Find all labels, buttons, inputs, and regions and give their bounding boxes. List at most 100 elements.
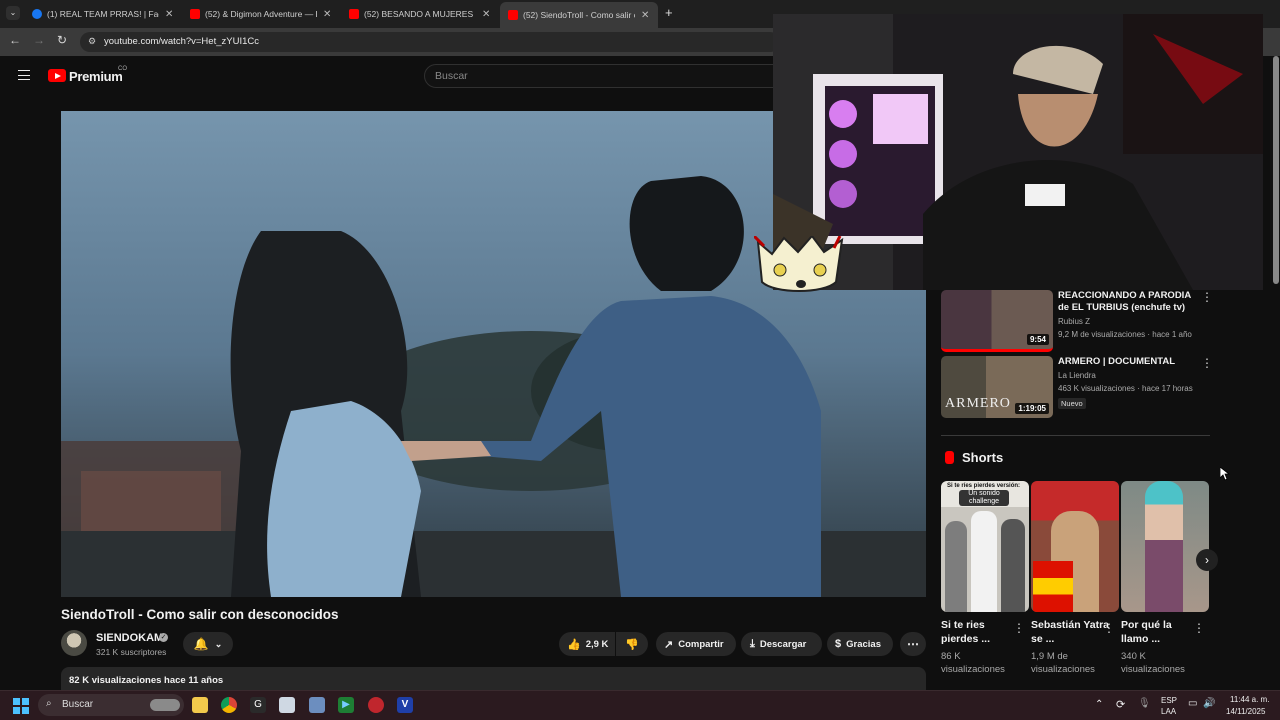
channel-name[interactable]: SIENDOKAM [96, 632, 163, 644]
person-figure [971, 511, 997, 612]
dislike-button[interactable]: 👎 [616, 632, 648, 656]
more-vertical-icon[interactable]: ⋮ [1013, 621, 1025, 635]
thumbnail-text: ARMERO [945, 396, 1011, 411]
volume-icon[interactable]: 🔊 [1203, 698, 1215, 709]
video-duration: 1:19:05 [1015, 403, 1049, 414]
search-icon: ⌕ [46, 698, 52, 709]
notepad-icon[interactable] [279, 697, 295, 713]
search-placeholder: Buscar [435, 70, 468, 82]
site-info-icon[interactable]: ⚙ [88, 36, 96, 47]
reload-icon[interactable]: ↻ [57, 33, 67, 47]
youtube-icon [190, 9, 200, 19]
chrome-icon[interactable] [221, 697, 237, 713]
browser-tab-besando[interactable]: (52) BESANDO A MUJERES DES ✕ [349, 4, 495, 24]
sidebar-divider [941, 435, 1210, 436]
thanks-label: Gracias [846, 638, 881, 650]
network-icon[interactable]: ▭ [1188, 698, 1197, 709]
menu-icon[interactable] [18, 70, 30, 80]
shorts-next-button[interactable]: › [1196, 549, 1218, 571]
app-g-icon[interactable]: G [250, 697, 266, 713]
browser-tab-digimon[interactable]: (52) & Digimon Adventure — El ✕ [190, 4, 336, 24]
more-vertical-icon[interactable]: ⋮ [1193, 621, 1205, 635]
forward-arrow-icon[interactable]: → [33, 33, 45, 47]
browser-tab-siendotroll[interactable]: (52) SiendoTroll - Como salir co ✕ [500, 2, 658, 28]
recommendation-item[interactable]: 9:54 REACCIONANDO A PARODIA de EL TURBIU… [941, 290, 1213, 352]
more-vertical-icon[interactable]: ⋮ [1201, 356, 1213, 370]
clock-time[interactable]: 11:44 a. m. [1230, 695, 1269, 704]
more-actions-button[interactable]: ⋯ [900, 632, 926, 656]
more-vertical-icon[interactable]: ⋮ [1103, 621, 1115, 635]
recommendation-thumbnail[interactable]: 9:54 [941, 290, 1053, 352]
short-views: 340 K visualizaciones [1121, 651, 1185, 675]
short-thumbnail[interactable] [1121, 481, 1209, 612]
share-icon: ↗ [664, 638, 674, 651]
chevron-down-icon: ⌄ [214, 638, 223, 649]
thumbs-up-icon: 👍 [567, 638, 581, 651]
taskbar-search[interactable]: ⌕ Buscar [38, 694, 184, 716]
download-button[interactable]: ⤓ Descargar [741, 632, 822, 656]
youtube-icon [349, 9, 359, 19]
scrollbar-thumb[interactable] [1273, 56, 1279, 284]
recommendation-item[interactable]: ARMERO 1:19:05 ARMERO | DOCUMENTAL La Li… [941, 356, 1213, 418]
more-vertical-icon[interactable]: ⋮ [1201, 290, 1213, 304]
sync-icon[interactable]: ⟳ [1116, 698, 1125, 711]
shorts-heading: Shorts [962, 450, 1004, 465]
share-label: Compartir [678, 638, 724, 650]
person-figure [1001, 519, 1025, 612]
short-title[interactable]: Sebastián Yatra se ... [1031, 618, 1111, 646]
back-arrow-icon[interactable]: ← [9, 33, 21, 47]
mouse-cursor-icon [1220, 467, 1230, 481]
recommendation-channel[interactable]: La Liendra [1058, 371, 1096, 380]
new-tab-button[interactable]: + [665, 5, 673, 20]
verified-icon: ✓ [159, 633, 168, 642]
recommendation-thumbnail[interactable]: ARMERO 1:19:05 [941, 356, 1053, 418]
antivirus-icon[interactable] [368, 697, 384, 713]
thanks-button[interactable]: $ Gracias [827, 632, 893, 656]
youtube-premium-logo[interactable]: Premium [69, 69, 123, 84]
media-player-icon[interactable]: ▶ [338, 697, 354, 713]
share-button[interactable]: ↗ Compartir [656, 632, 736, 656]
short-title[interactable]: Por qué la llamo ... [1121, 618, 1201, 646]
browser-tab-facebook[interactable]: (1) REAL TEAM PRRAS! | Facebook ✕ [32, 4, 178, 24]
short-views: 86 K visualizaciones [941, 651, 1005, 675]
microphone-icon[interactable]: 🎙 [1138, 698, 1151, 709]
language-layout[interactable]: LAA [1161, 707, 1176, 716]
short-overlay-challenge: Un sonido challenge [959, 490, 1009, 506]
flag-graphic [1033, 561, 1073, 612]
short-thumbnail[interactable] [1031, 481, 1119, 612]
close-icon[interactable]: ✕ [323, 9, 331, 20]
download-icon: ⤓ [750, 637, 755, 650]
webcam-feed [773, 14, 1263, 290]
short-thumbnail[interactable]: Si te ríes pierdes versión: Un sonido ch… [941, 481, 1029, 612]
page-scrollbar[interactable] [1272, 56, 1280, 690]
recommendation-title[interactable]: ARMERO | DOCUMENTAL [1058, 356, 1196, 368]
like-count: 2,9 K [585, 638, 609, 650]
url-field[interactable]: ⚙ youtube.com/watch?v=Het_zYUI1Cc [80, 32, 780, 52]
short-title[interactable]: Si te ries pierdes ... [941, 618, 1021, 646]
like-button[interactable]: 👍 2,9 K [559, 632, 615, 656]
clock-date[interactable]: 14/11/2025 [1226, 707, 1265, 716]
youtube-icon [508, 10, 518, 20]
close-icon[interactable]: ✕ [482, 9, 490, 20]
recommendation-title[interactable]: REACCIONANDO A PARODIA de EL TURBIUS (en… [1058, 290, 1196, 314]
windows-start-icon[interactable] [13, 698, 29, 714]
close-icon[interactable]: ✕ [641, 10, 649, 21]
recommendation-meta: 463 K visualizaciones · hace 17 horas [1058, 384, 1193, 393]
tab-search-button[interactable]: ⌄ [6, 6, 20, 20]
channel-avatar[interactable] [61, 630, 87, 656]
tab-title: (52) SiendoTroll - Como salir co [523, 10, 635, 20]
chevron-up-icon[interactable]: ⌃ [1095, 699, 1103, 710]
calculator-icon[interactable] [309, 697, 325, 713]
notification-bell-button[interactable]: 🔔 ⌄ [183, 632, 233, 656]
language-code[interactable]: ESP [1161, 696, 1177, 705]
tab-title: (52) & Digimon Adventure — El [205, 9, 317, 19]
new-badge: Nuevo [1058, 398, 1086, 409]
recommendation-channel[interactable]: Rubius Z [1058, 317, 1090, 326]
shorts-icon [945, 451, 954, 464]
close-icon[interactable]: ✕ [165, 9, 173, 20]
search-highlight-icon [150, 699, 180, 711]
youtube-logo-icon[interactable] [48, 69, 66, 82]
file-explorer-icon[interactable] [192, 697, 208, 713]
vegas-icon[interactable]: V [397, 697, 413, 713]
search-input[interactable]: Buscar [424, 64, 784, 88]
